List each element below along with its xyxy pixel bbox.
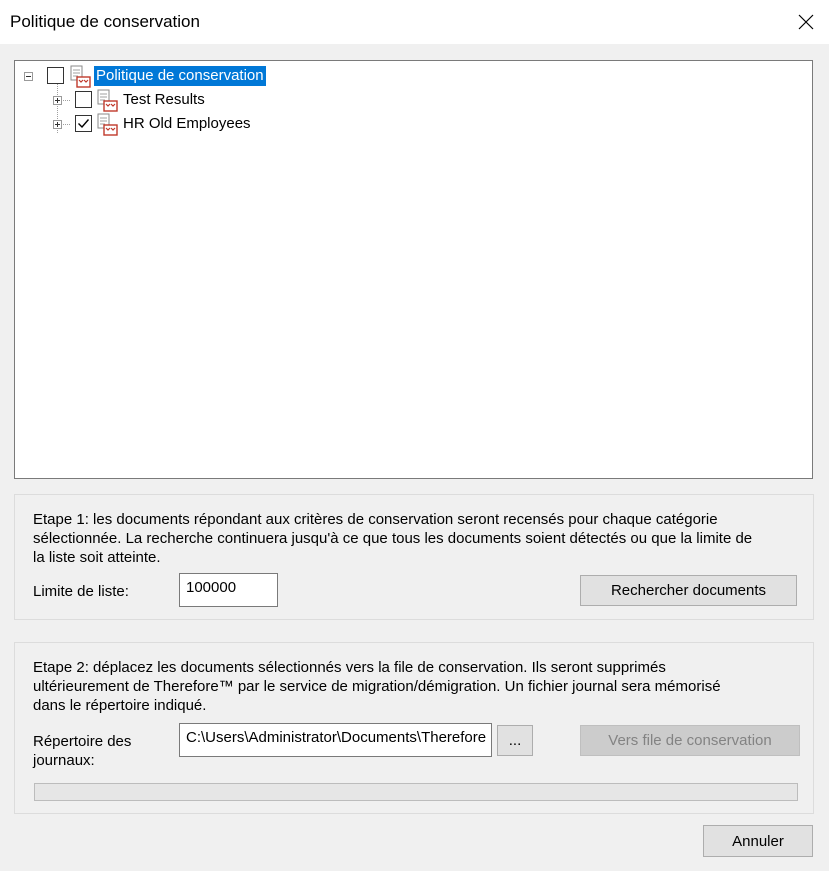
progress-bar [34, 783, 798, 801]
step1-description: Etape 1: les documents répondant aux cri… [33, 511, 753, 566]
tree-node-hr-old-employees-label: HR Old Employees [123, 115, 251, 132]
tree-node-hr-old-employees[interactable]: HR Old Employees [15, 113, 315, 136]
step2-group: Etape 2: déplacez les documents sélectio… [14, 642, 814, 814]
step2-description: Etape 2: déplacez les documents sélectio… [33, 659, 721, 714]
cancel-button[interactable]: Annuler [703, 825, 813, 857]
list-limit-label: Limite de liste: [33, 583, 129, 600]
test-results-checkbox[interactable] [75, 91, 92, 108]
expand-icon[interactable] [53, 96, 62, 105]
checkmark-icon [78, 119, 90, 129]
log-directory-label: Répertoire des journaux: [33, 733, 132, 769]
search-documents-button[interactable]: Rechercher documents [580, 575, 797, 606]
policy-tree[interactable]: Politique de conservation Test Results H… [14, 60, 813, 479]
window-title: Politique de conservation [10, 12, 200, 31]
root-checkbox[interactable] [47, 67, 64, 84]
retention-policy-icon [70, 65, 91, 88]
tree-node-test-results[interactable]: Test Results [15, 89, 315, 112]
browse-button[interactable]: ... [497, 725, 533, 756]
expand-icon[interactable] [53, 120, 62, 129]
collapse-icon[interactable] [24, 72, 33, 81]
retention-policy-icon [97, 113, 118, 136]
send-to-queue-button[interactable]: Vers file de conservation [580, 725, 800, 756]
tree-node-root[interactable]: Politique de conservation [15, 65, 315, 88]
hr-old-employees-checkbox[interactable] [75, 115, 92, 132]
close-icon [798, 14, 814, 30]
log-directory-input[interactable]: C:\Users\Administrator\Documents\Therefo… [179, 723, 492, 757]
title-bar: Politique de conservation [0, 0, 829, 44]
tree-node-test-results-label: Test Results [123, 91, 205, 108]
step1-group: Etape 1: les documents répondant aux cri… [14, 494, 814, 620]
retention-policy-icon [97, 89, 118, 112]
tree-node-root-label: Politique de conservation [94, 66, 266, 86]
close-button[interactable] [783, 0, 829, 44]
list-limit-input[interactable]: 100000 [179, 573, 278, 607]
